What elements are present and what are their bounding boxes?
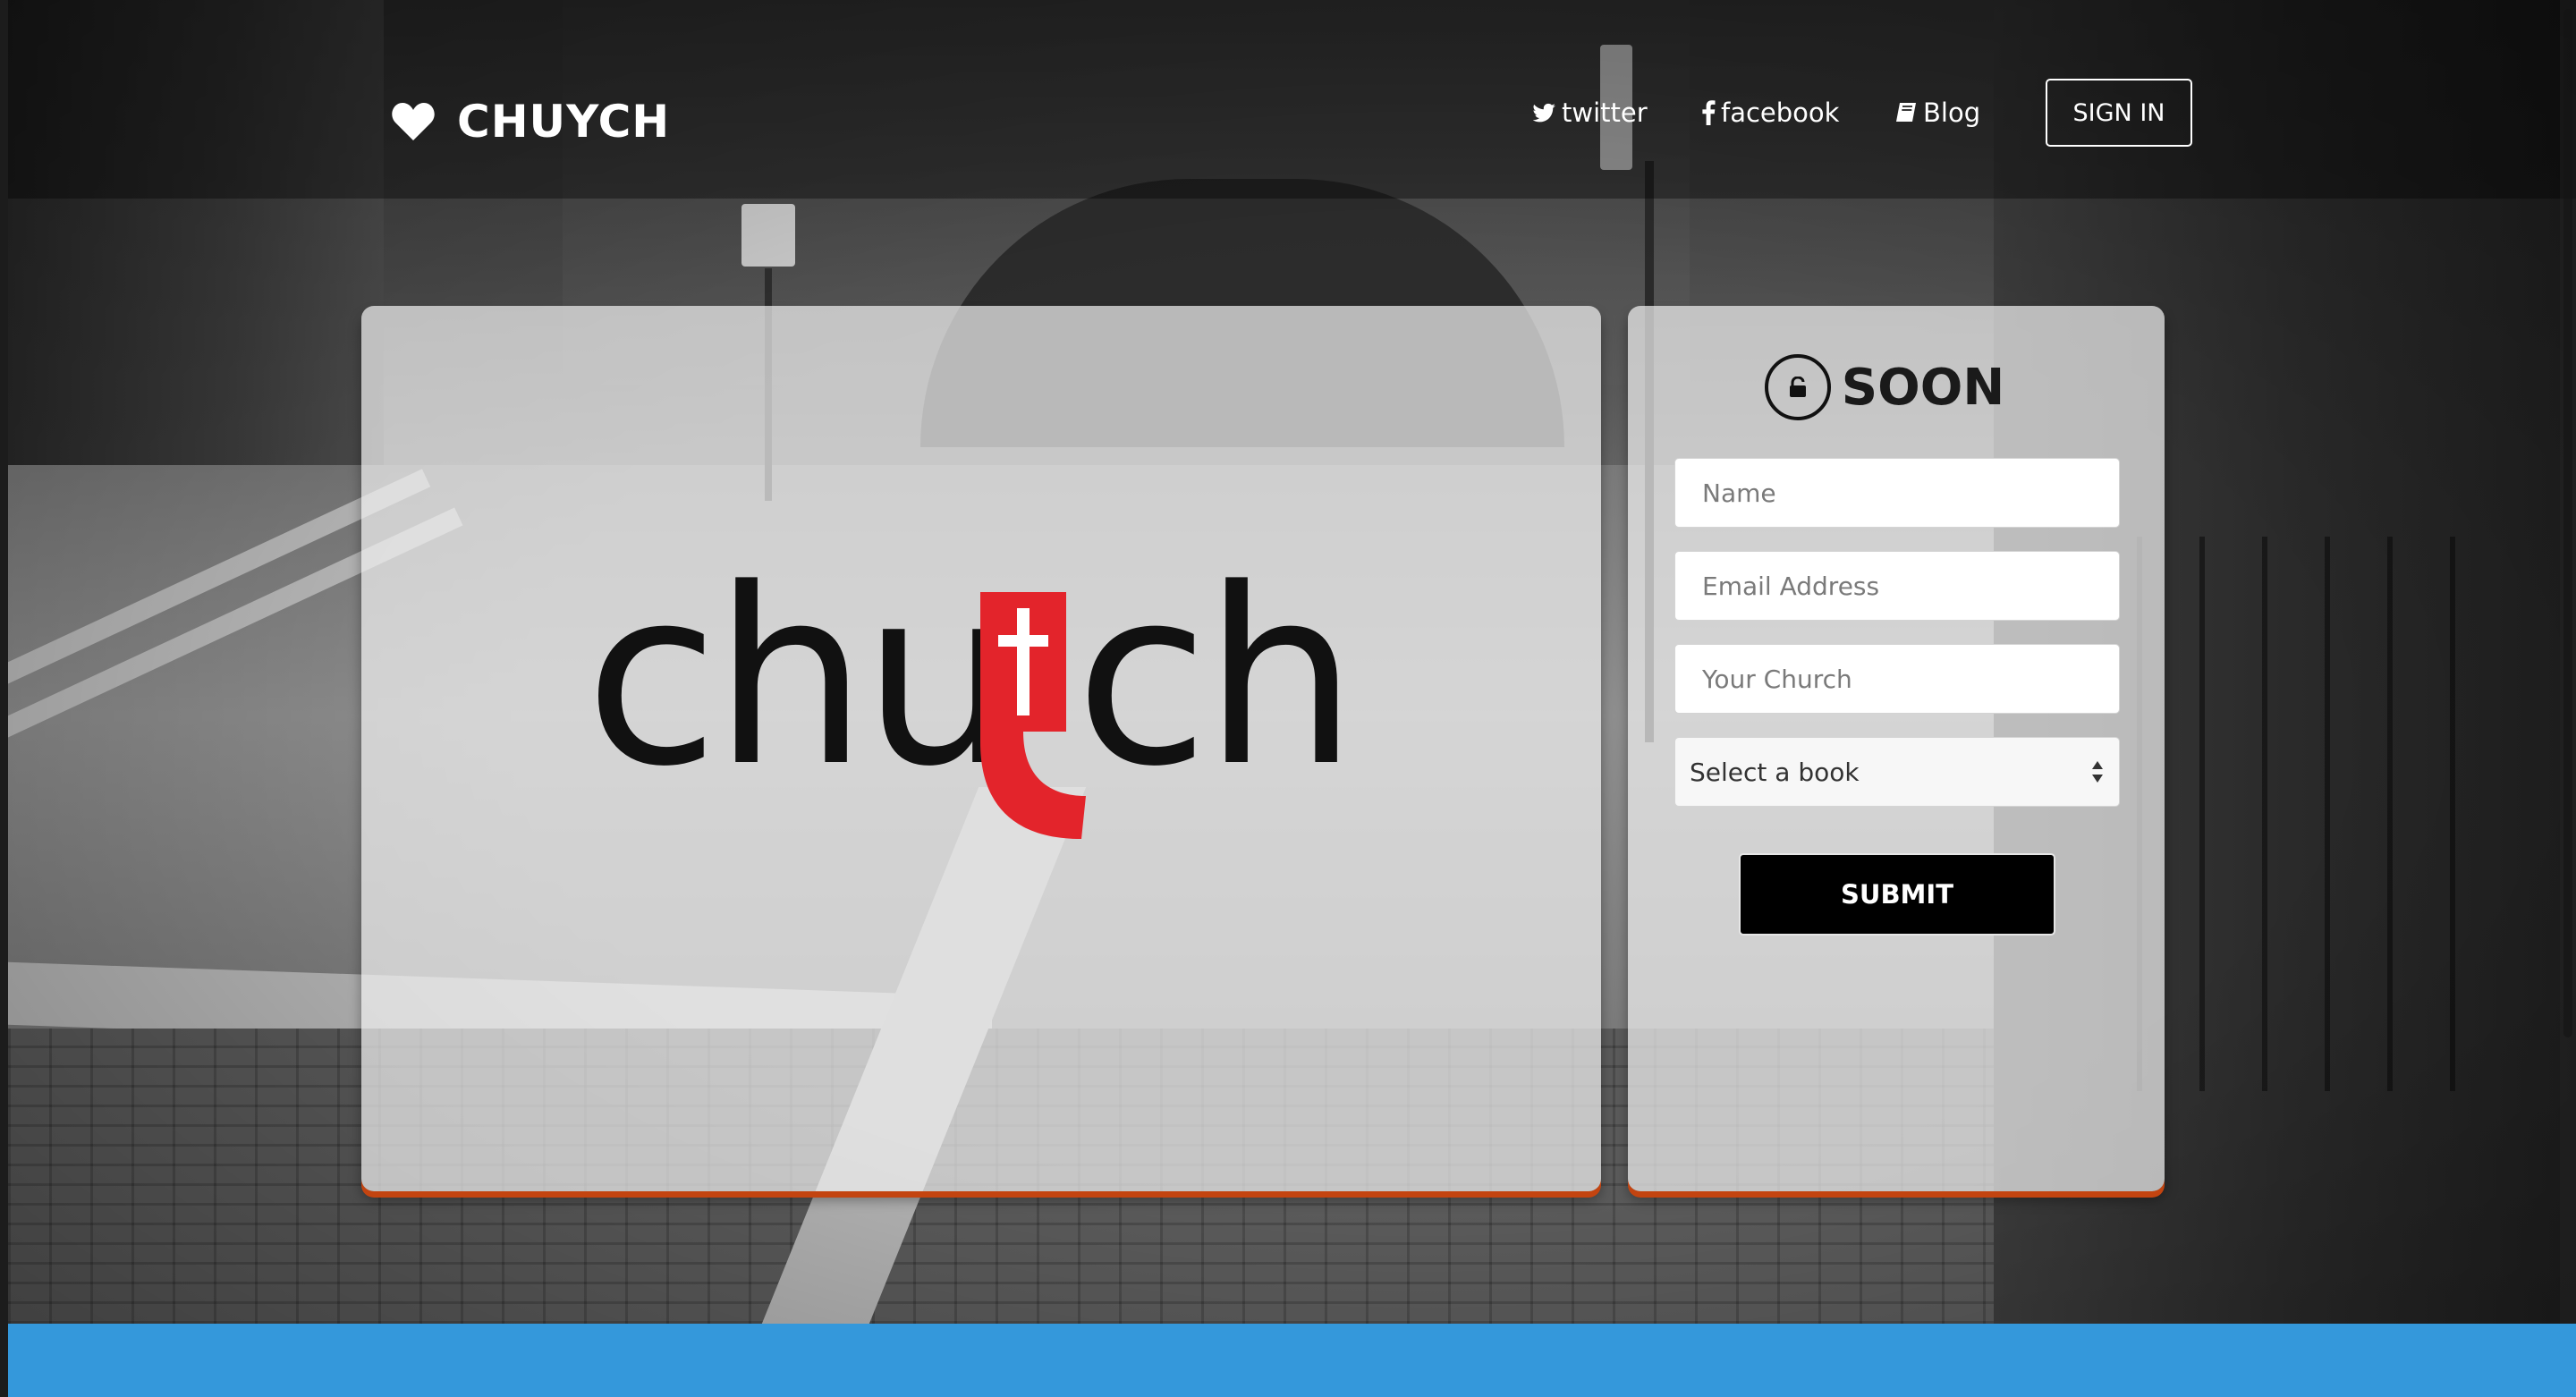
church-input[interactable] <box>1674 644 2120 714</box>
signup-panel: SOON Select a book SUBMIT <box>1628 306 2165 1191</box>
book-select-value: Select a book <box>1690 757 1860 787</box>
form-header: SOON <box>1628 349 2165 426</box>
sign-in-button[interactable]: SIGN IN <box>2046 79 2192 147</box>
window-left-edge <box>0 0 8 1397</box>
svg-text:ch: ch <box>1075 555 1352 820</box>
logo-panel: chu ch <box>361 306 1601 1191</box>
cross-y-mark <box>980 592 1086 839</box>
nav-link-label: facebook <box>1721 97 1840 128</box>
brand-name: CHUYCH <box>457 96 671 148</box>
page-scrollbar[interactable] <box>2560 0 2576 1324</box>
nav-link-blog[interactable]: Blog <box>1894 89 1980 136</box>
nav-link-label: Blog <box>1923 97 1981 128</box>
submit-button[interactable]: SUBMIT <box>1739 853 2055 936</box>
nav-link-twitter[interactable]: twitter <box>1533 89 1648 136</box>
form-title: SOON <box>1841 358 2005 417</box>
lock-icon <box>1764 354 1831 420</box>
brand-link[interactable]: CHUYCH <box>391 89 670 154</box>
twitter-icon <box>1533 103 1555 123</box>
chuych-logo: chu ch <box>585 555 1358 839</box>
email-input[interactable] <box>1674 551 2120 621</box>
bottom-blue-band <box>8 1324 2576 1397</box>
svg-text:chu: chu <box>585 555 1011 820</box>
heart-icon <box>392 103 435 140</box>
nav-link-facebook[interactable]: facebook <box>1701 89 1839 136</box>
book-select[interactable]: Select a book <box>1674 737 2120 807</box>
page: CHUYCH twitter facebook Blog SIGN IN chu… <box>0 0 2576 1397</box>
facebook-icon <box>1702 100 1716 125</box>
book-icon <box>1896 103 1916 122</box>
scrollbar-thumb[interactable] <box>2563 9 2572 1037</box>
select-arrows-icon <box>2092 761 2103 783</box>
name-input[interactable] <box>1674 458 2120 528</box>
nav-link-label: twitter <box>1562 97 1648 128</box>
